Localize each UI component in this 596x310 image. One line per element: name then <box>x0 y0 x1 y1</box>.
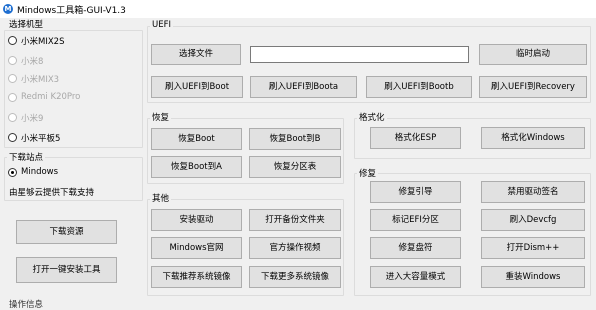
flash-uefi-boota-button[interactable]: 刷入UEFI到Boota <box>250 76 357 98</box>
format-windows-button[interactable]: 格式化Windows <box>481 127 585 149</box>
log-label: 操作信息 <box>9 300 44 310</box>
model-group-title: 选择机型 <box>7 18 46 30</box>
flash-devcfg-button[interactable]: 刷入Devcfg <box>481 209 585 231</box>
download-site-title: 下载站点 <box>7 151 46 163</box>
flash-uefi-recovery-button[interactable]: 刷入UEFI到Recovery <box>479 76 587 98</box>
radio-label: 小米MIX3 <box>21 75 60 85</box>
download-more-images-button[interactable]: 下载更多系统镜像 <box>249 266 341 288</box>
radio-label: Mindows <box>21 167 59 177</box>
radio-label: Redmi K20Pro <box>21 92 81 102</box>
install-driver-button[interactable]: 安装驱动 <box>151 209 242 231</box>
radio-label: 小米平板5 <box>21 134 61 144</box>
repair-drive-letter-button[interactable]: 修复盘符 <box>370 237 461 259</box>
radio-button[interactable] <box>8 133 17 142</box>
radio-button <box>8 74 17 83</box>
radio-button[interactable] <box>8 36 17 45</box>
repair-title: 修复 <box>357 167 379 179</box>
mass-storage-mode-button[interactable]: 进入大容量模式 <box>370 266 461 288</box>
radio-button <box>8 56 17 65</box>
flash-uefi-boot-button[interactable]: 刷入UEFI到Boot <box>151 76 243 98</box>
radio-label: 小米8 <box>21 57 44 67</box>
file-path-input[interactable] <box>250 46 469 63</box>
radio-label: 小米9 <box>21 114 44 124</box>
open-backup-folder-button[interactable]: 打开备份文件夹 <box>249 209 341 231</box>
download-recommended-image-button[interactable]: 下载推荐系统镜像 <box>151 266 242 288</box>
select-file-button[interactable]: 选择文件 <box>151 44 241 65</box>
reinstall-windows-button[interactable]: 重装Windows <box>481 266 585 288</box>
format-esp-button[interactable]: 格式化ESP <box>370 127 461 149</box>
model-group <box>4 30 143 148</box>
download-resources-button[interactable]: 下载资源 <box>16 220 117 244</box>
title-bar: M Mindows工具箱-GUI-V1.3 <box>0 0 596 18</box>
open-dism-button[interactable]: 打开Dism++ <box>481 237 585 259</box>
temp-boot-button[interactable]: 临时启动 <box>479 44 587 65</box>
restore-boot-a-button[interactable]: 恢复Boot到A <box>151 156 242 178</box>
radio-button[interactable] <box>8 168 17 177</box>
app-logo-icon: M <box>3 4 13 14</box>
restore-partition-button[interactable]: 恢复分区表 <box>249 156 341 178</box>
restore-title: 恢复 <box>150 111 172 123</box>
radio-button <box>8 113 17 122</box>
mindows-website-button[interactable]: Mindows官网 <box>151 237 242 259</box>
download-note: 由星够云提供下载支持 <box>9 188 95 198</box>
restore-boot-b-button[interactable]: 恢复Boot到B <box>249 128 341 150</box>
restore-boot-button[interactable]: 恢复Boot <box>151 128 242 150</box>
radio-label: 小米MIX2S <box>21 37 65 47</box>
uefi-title: UEFI <box>150 20 173 30</box>
mark-efi-partition-button[interactable]: 标记EFI分区 <box>370 209 461 231</box>
disable-driver-signature-button[interactable]: 禁用驱动签名 <box>481 181 585 203</box>
other-title: 其他 <box>150 192 172 204</box>
open-installer-button[interactable]: 打开一键安装工具 <box>16 257 117 283</box>
format-title: 格式化 <box>357 111 387 123</box>
flash-uefi-bootb-button[interactable]: 刷入UEFI到Bootb <box>366 76 472 98</box>
radio-button <box>8 93 17 102</box>
repair-boot-button[interactable]: 修复引导 <box>370 181 461 203</box>
window-title: Mindows工具箱-GUI-V1.3 <box>17 6 126 16</box>
official-video-button[interactable]: 官方操作视频 <box>249 237 341 259</box>
